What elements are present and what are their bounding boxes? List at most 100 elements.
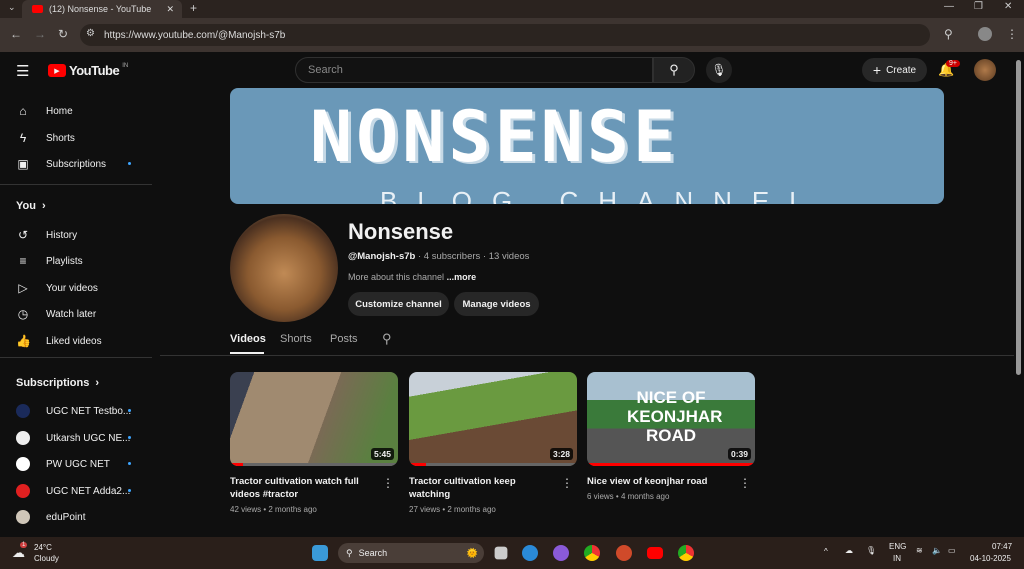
wifi-icon[interactable]: ≋ (916, 546, 923, 555)
video-card[interactable]: NICE OF KEONJHAR ROAD 0:39 Nice view of … (587, 372, 755, 501)
subscription-item[interactable]: UGC NET Adda2... (16, 484, 130, 498)
sidebar-item-label: Liked videos (46, 335, 102, 347)
sidebar-item-shorts[interactable]: ϟ Shorts (16, 131, 75, 145)
video-card[interactable]: 3:28 Tractor cultivation keep watching 2… (409, 372, 577, 514)
sidebar-item-home[interactable]: ⌂ Home (16, 104, 72, 118)
manage-videos-button[interactable]: Manage videos (454, 292, 539, 316)
youtube-app-icon[interactable] (647, 547, 663, 559)
site-info-icon[interactable]: ⚙ (86, 28, 95, 39)
subscription-item[interactable]: UGC NET Testbo... (16, 404, 131, 418)
windows-start-icon[interactable] (312, 545, 328, 561)
task-view-icon[interactable] (494, 546, 508, 560)
clock-time[interactable]: 07:47 (992, 542, 1012, 551)
more-link[interactable]: ...more (447, 272, 477, 282)
video-thumbnail[interactable]: 5:45 (230, 372, 398, 466)
sidebar-item-watch-later[interactable]: ◷ Watch later (16, 307, 96, 321)
video-title[interactable]: Tractor cultivation keep watching (409, 475, 559, 501)
channel-avatar (16, 404, 30, 418)
sidebar-item-subscriptions[interactable]: ▣ Subscriptions (16, 157, 106, 171)
more-actions-icon[interactable]: ⋮ (561, 476, 573, 490)
watch-progress (587, 463, 755, 466)
account-avatar[interactable] (974, 59, 996, 81)
sidebar-subscriptions-heading[interactable]: Subscriptions › (16, 377, 99, 389)
minimize-icon[interactable]: — (944, 1, 954, 12)
create-button[interactable]: + Create (862, 58, 927, 82)
subscription-item[interactable]: eduPoint (16, 510, 85, 524)
new-content-dot (128, 436, 131, 439)
search-input[interactable]: Search (295, 57, 653, 83)
reload-icon[interactable]: ↻ (58, 27, 68, 41)
sidebar-item-playlists[interactable]: ≡ Playlists (16, 254, 82, 268)
sidebar-item-your-videos[interactable]: ▷ Your videos (16, 281, 98, 295)
channel-avatar (16, 510, 30, 524)
shorts-icon: ϟ (19, 131, 27, 145)
url-bar[interactable]: ⚙ https://www.youtube.com/@Manojsh-s7b (80, 24, 930, 46)
more-actions-icon[interactable]: ⋮ (382, 476, 394, 490)
history-icon: ↺ (17, 228, 29, 242)
battery-icon[interactable]: ▭ (948, 546, 956, 555)
video-count: 13 videos (488, 251, 530, 262)
voice-search-button[interactable]: 🎙 (706, 57, 732, 83)
restore-icon[interactable]: ❐ (974, 1, 983, 12)
heading-label: Subscriptions (16, 377, 90, 389)
copilot-icon[interactable] (553, 545, 569, 561)
microphone-icon[interactable]: 🎙 (866, 546, 876, 555)
channel-about[interactable]: More about this channel ...more (348, 272, 476, 282)
tab-shorts[interactable]: Shorts (280, 333, 312, 345)
show-hidden-icons-chevron[interactable]: ^ (824, 547, 828, 556)
tab-list-chevron-icon[interactable]: ⌄ (8, 2, 16, 13)
language[interactable]: ENG (889, 542, 906, 551)
extensions-icon[interactable]: ⚲ (944, 27, 953, 41)
upload-age: 2 months ago (447, 505, 496, 514)
tab-videos[interactable]: Videos (230, 333, 266, 345)
about-text: More about this channel (348, 272, 445, 282)
create-label: Create (886, 64, 917, 76)
customize-channel-button[interactable]: Customize channel (348, 292, 449, 316)
taskbar-search-label: Search (358, 548, 388, 558)
video-title[interactable]: Nice view of keonjhar road (587, 475, 737, 488)
video-title[interactable]: Tractor cultivation watch full videos #t… (230, 475, 380, 501)
playlists-icon: ≡ (19, 254, 27, 268)
video-card[interactable]: 5:45 Tractor cultivation watch full vide… (230, 372, 398, 514)
video-thumbnail[interactable]: NICE OF KEONJHAR ROAD 0:39 (587, 372, 755, 466)
back-icon[interactable]: ← (10, 27, 22, 41)
subscription-item[interactable]: Utkarsh UGC NE... (16, 431, 130, 445)
page-scrollbar[interactable] (1016, 60, 1021, 375)
more-actions-icon[interactable]: ⋮ (739, 476, 751, 490)
sidebar-item-label: Shorts (46, 132, 75, 144)
clock-date[interactable]: 04-10-2025 (970, 554, 1011, 563)
edge-icon[interactable] (522, 545, 538, 561)
video-thumbnail[interactable]: 3:28 (409, 372, 577, 466)
forward-icon[interactable]: → (34, 27, 46, 41)
new-content-dot (128, 462, 131, 465)
sidebar-item-label: PW UGC NET (46, 458, 110, 470)
powerpoint-icon[interactable] (616, 545, 632, 561)
menu-dots-icon[interactable]: ⋮ (1006, 27, 1018, 41)
sidebar-item-label: Watch later (46, 308, 97, 320)
close-tab-icon[interactable]: ✕ (166, 4, 174, 15)
channel-search-icon[interactable]: ⚲ (382, 331, 392, 347)
sidebar-item-liked-videos[interactable]: 👍 Liked videos (16, 334, 102, 348)
sidebar-item-label: Your videos (46, 282, 98, 294)
sidebar-item-history[interactable]: ↺ History (16, 228, 77, 242)
onedrive-icon[interactable]: ☁ (845, 546, 853, 555)
chrome-icon[interactable] (584, 545, 600, 561)
chevron-right-icon: › (41, 200, 46, 212)
chrome-profile-icon[interactable] (678, 545, 694, 561)
sidebar-you-heading[interactable]: You › (16, 200, 46, 212)
chevron-right-icon: › (95, 377, 100, 389)
channel-stats: @Manojsh-s7b · 4 subscribers · 13 videos (348, 251, 530, 262)
video-meta: 42 views • 2 months ago (230, 505, 317, 514)
browser-tab[interactable]: (12) Nonsense - YouTube ✕ (22, 0, 182, 18)
search-button[interactable]: ⚲ (653, 57, 695, 83)
taskbar-search[interactable]: ⚲ Search 🌞 (338, 543, 484, 563)
profile-avatar[interactable] (978, 27, 992, 41)
channel-avatar[interactable] (230, 214, 338, 322)
new-tab-icon[interactable]: + (190, 1, 197, 15)
volume-icon[interactable]: 🔈 (932, 546, 942, 555)
tab-posts[interactable]: Posts (330, 333, 358, 345)
subscription-item[interactable]: PW UGC NET (16, 457, 110, 471)
close-window-icon[interactable]: ✕ (1004, 1, 1012, 12)
language-region[interactable]: IN (893, 554, 901, 563)
youtube-favicon-icon (32, 5, 43, 13)
